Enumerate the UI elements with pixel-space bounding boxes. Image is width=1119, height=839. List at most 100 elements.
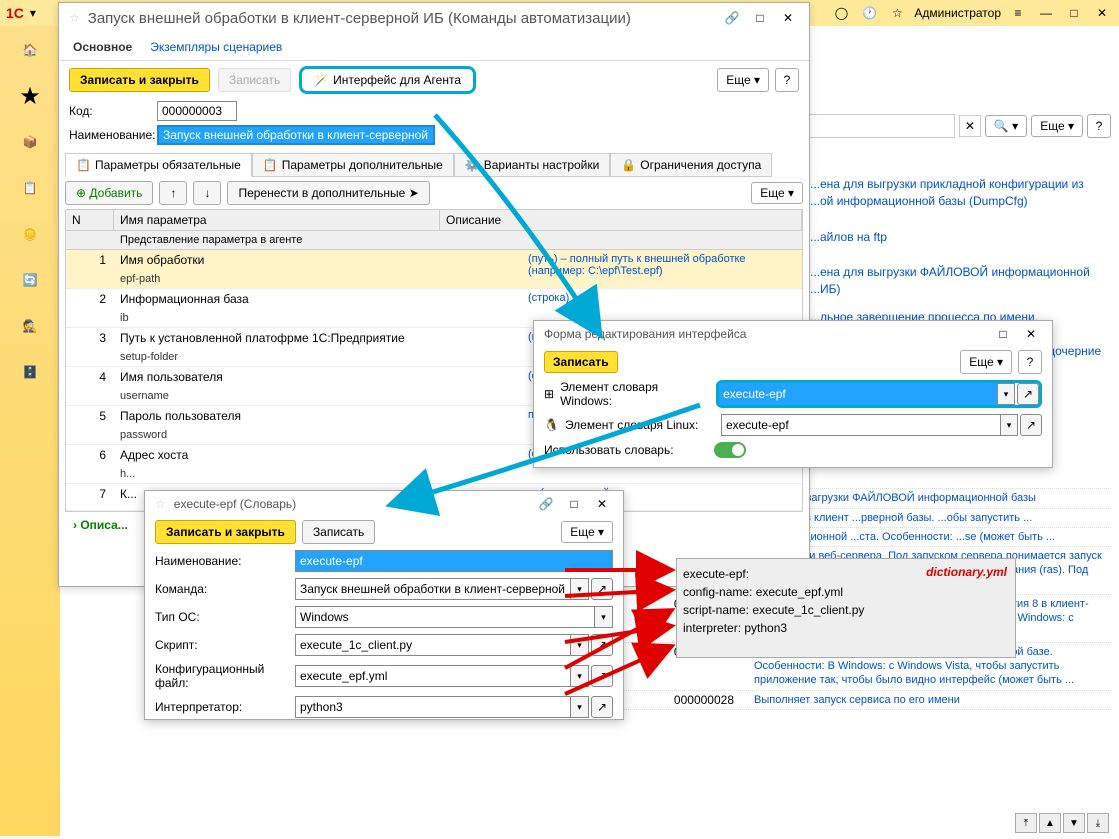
link-icon[interactable]: 🔗 [721,7,743,29]
add-button[interactable]: ⊕ Добавить [65,181,153,205]
command-input[interactable] [295,578,571,600]
interpreter-input[interactable] [295,696,571,718]
nav-instances[interactable]: Экземпляры сценариев [150,40,282,54]
maximize-icon[interactable]: □ [992,323,1014,345]
item-desc: Выполняет запуск сервиса по его имени [754,693,1105,707]
sidebar-checklist[interactable]: 📋 [10,168,50,208]
open-icon[interactable]: ↗ [1020,414,1042,436]
dropdown-icon[interactable]: ▾ [571,696,589,718]
col-n[interactable]: N [66,210,114,230]
nav-main[interactable]: Основное [73,40,132,54]
help-button[interactable]: ? [775,68,799,92]
down-button[interactable]: ↓ [193,181,221,205]
more-button[interactable]: Еще ▾ [717,68,769,92]
name-input[interactable] [157,125,435,145]
window-title-bar: ☆ Запуск внешней обработки в клиент-серв… [59,3,809,33]
star-icon[interactable]: ☆ [155,497,166,511]
history-icon[interactable]: 🕐 [858,2,880,24]
link-icon[interactable]: 🔗 [535,493,557,515]
dropdown-icon[interactable]: ▾ [571,665,589,687]
open-icon[interactable]: ↗ [591,696,613,718]
col-name[interactable]: Имя параметра [114,210,440,230]
maximize-icon[interactable]: □ [563,493,585,515]
sidebar-box[interactable]: 📦 [10,122,50,162]
dropdown-icon[interactable]: ▾ [571,634,589,656]
sidebar-coins[interactable]: 🪙 [10,214,50,254]
tab-extra-params[interactable]: 📋 Параметры дополнительные [252,153,454,177]
save-button[interactable]: Записать [302,520,375,544]
yaml-line: interpreter: python3 [683,619,1009,637]
nav-down[interactable]: ▼ [1063,813,1085,833]
more-button[interactable]: Еще ▾ [561,521,613,543]
config-input[interactable] [295,665,571,687]
save-close-button[interactable]: Записать и закрыть [69,68,210,92]
dropdown-icon[interactable]: ▾ [997,383,1015,405]
open-icon[interactable]: ↗ [591,634,613,656]
user-label[interactable]: Администратор [914,6,1001,20]
open-icon[interactable]: ↗ [591,665,613,687]
move-button[interactable]: Перенести в дополнительные ➤ [227,181,429,205]
help-button[interactable]: ? [1087,114,1111,138]
params-toolbar: ⊕ Добавить ↑ ↓ Перенести в дополнительны… [59,177,809,209]
open-icon[interactable]: ↗ [591,578,613,600]
windows-dict-input[interactable] [719,383,997,405]
save-button[interactable]: Записать [544,351,618,373]
dropdown-icon[interactable]: ▾ [595,606,613,628]
close-icon[interactable]: ✕ [1091,2,1113,24]
back-icon[interactable]: ◯ [830,2,852,24]
maximize-icon[interactable]: □ [1063,2,1085,24]
close-icon[interactable]: ✕ [591,493,613,515]
nav-first[interactable]: ⤒ [1015,813,1037,833]
save-close-button[interactable]: Записать и закрыть [155,520,296,544]
maximize-icon[interactable]: □ [749,7,771,29]
close-icon[interactable]: ✕ [777,7,799,29]
code-label: Код: [69,104,153,118]
sidebar-refresh[interactable]: 🔄 [10,260,50,300]
code-input[interactable] [157,101,237,121]
param-row[interactable]: 1 Имя обработки epf-path (путь) – полный… [66,250,802,289]
name-input[interactable] [295,550,613,572]
close-icon[interactable]: ✕ [1020,323,1042,345]
window-toolbar: Записать и закрыть Записать 🪄 Интерфейс … [59,61,809,99]
minimize-icon[interactable]: — [1035,2,1057,24]
linux-dict-input[interactable] [721,414,1000,436]
sidebar-agent[interactable]: 🕵️ [10,306,50,346]
menu-icon[interactable]: ≡ [1007,2,1029,24]
yaml-filename: dictionary.yml [926,563,1007,581]
fav-icon[interactable]: ☆ [886,2,908,24]
param-repr: setup-folder [114,348,522,366]
agent-interface-button[interactable]: 🪄 Интерфейс для Агента [299,66,476,94]
sidebar-db[interactable]: 🗄️ [10,352,50,392]
nav-last[interactable]: ⤓ [1087,813,1109,833]
sidebar-home[interactable]: 🏠 [10,30,50,70]
tab-access[interactable]: 🔒 Ограничения доступа [610,153,772,177]
help-button[interactable]: ? [1018,350,1042,374]
more-button[interactable]: Еще ▾ [1031,115,1083,137]
open-icon[interactable]: ↗ [1017,383,1039,405]
up-button[interactable]: ↑ [159,181,187,205]
nav-up[interactable]: ▲ [1039,813,1061,833]
os-input[interactable] [295,606,595,628]
windows-dict-label: Элемент словаря Windows: [560,380,710,408]
use-dict-toggle[interactable] [714,442,746,458]
col-desc[interactable]: Описание [440,210,802,230]
param-name: Путь к установленной платофрме 1С:Предпр… [114,328,522,348]
tab-variants[interactable]: ⚙️ Варианты настройки [454,153,611,177]
dropdown-icon[interactable]: ▾ [1000,414,1018,436]
tab-required-params[interactable]: 📋 Параметры обязательные [65,153,252,177]
param-repr: epf-path [114,270,522,288]
interface-edit-window: Форма редактирования интерфейса □ ✕ Запи… [533,320,1053,468]
dropdown-icon[interactable]: ▾ [571,578,589,600]
windows-icon: ⊞ [544,387,554,401]
search-button[interactable]: 🔍 ▾ [985,115,1027,137]
param-name: Имя обработки [114,250,522,270]
star-icon[interactable]: ☆ [69,11,80,25]
more-button[interactable]: Еще ▾ [751,182,803,204]
dropdown-icon[interactable]: ▾ [30,6,36,20]
more-button[interactable]: Еще ▾ [960,350,1012,374]
script-input[interactable] [295,634,571,656]
sidebar-star[interactable]: ★ [10,76,50,116]
clear-icon[interactable]: ✕ [959,115,981,137]
command-label: Команда: [155,582,289,596]
save-button[interactable]: Записать [218,68,291,92]
